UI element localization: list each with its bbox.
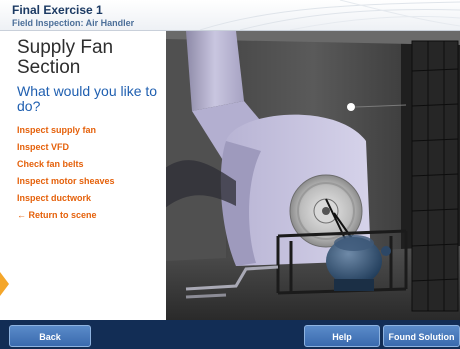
air-handler-scene[interactable]: [166, 31, 460, 320]
option-check-fan-belts[interactable]: Check fan belts: [17, 158, 115, 175]
exercise-subtitle: Field Inspection: Air Handler: [12, 18, 135, 28]
header-bar: Final Exercise 1 Field Inspection: Air H…: [0, 0, 460, 31]
header-swoosh-decoration: [199, 0, 460, 30]
orange-arrow-icon: [0, 272, 9, 296]
found-solution-button[interactable]: Found Solution: [383, 325, 460, 347]
option-inspect-motor-sheaves[interactable]: Inspect motor sheaves: [17, 175, 115, 192]
option-inspect-supply-fan[interactable]: Inspect supply fan: [17, 124, 115, 141]
question-prompt: What would you like to do?: [17, 83, 158, 114]
back-button[interactable]: Back: [9, 325, 91, 347]
navigation-panel: Supply Fan Section What would you like t…: [0, 31, 166, 320]
option-inspect-ductwork[interactable]: Inspect ductwork: [17, 192, 115, 209]
option-return-to-scene[interactable]: ← Return to scene: [17, 209, 115, 226]
bottom-toolbar: Back Help Found Solution: [0, 320, 460, 349]
option-inspect-vfd[interactable]: Inspect VFD: [17, 141, 115, 158]
action-options-list: Inspect supply fan Inspect VFD Check fan…: [17, 124, 115, 226]
help-button[interactable]: Help: [304, 325, 380, 347]
filter-bank: [411, 40, 459, 312]
exercise-title: Final Exercise 1: [12, 3, 103, 17]
section-title: Supply Fan Section: [17, 37, 114, 78]
scene-illustration: [166, 31, 460, 320]
